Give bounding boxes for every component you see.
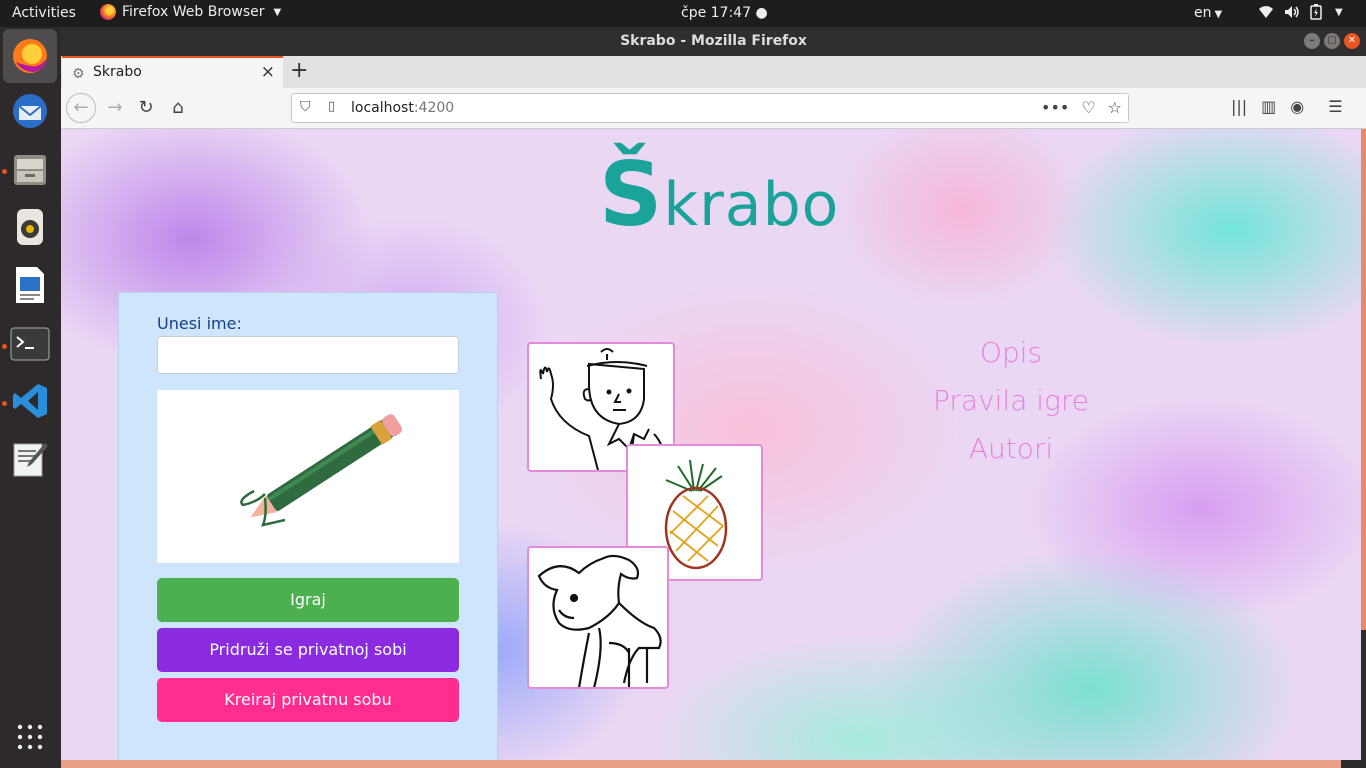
dock-rhythmbox[interactable] xyxy=(8,205,52,249)
volume-icon xyxy=(1285,6,1299,18)
maximize-button[interactable]: ▢ xyxy=(1324,33,1340,49)
wifi-icon xyxy=(1259,6,1273,18)
logo-rest: krabo xyxy=(663,170,840,240)
menu-item-pravila-igre[interactable]: Pravila igre xyxy=(931,377,1091,425)
logo-s: Š xyxy=(599,143,664,246)
avatar-drawing xyxy=(157,390,459,563)
pencil-icon xyxy=(240,414,403,527)
chevron-down-icon: ▼ xyxy=(273,6,282,18)
dock-text-editor[interactable] xyxy=(8,437,52,481)
drawing-deer-card xyxy=(527,546,669,689)
tab-skrabo[interactable]: ⚙ Skrabo × xyxy=(62,56,283,88)
url-bar[interactable]: ⛉ ▯ localhost:4200 ••• ♡ ☆ xyxy=(291,93,1129,123)
show-applications-button[interactable] xyxy=(8,715,52,759)
window-titlebar[interactable]: Skrabo - Mozilla Firefox – ▢ ✕ xyxy=(61,27,1366,56)
create-private-room-button[interactable]: Kreiraj privatnu sobu xyxy=(157,678,459,722)
firefox-icon xyxy=(100,4,116,20)
dock-thunderbird[interactable] xyxy=(8,89,52,133)
bookmark-star-icon[interactable]: ☆ xyxy=(1108,98,1122,117)
terminal-icon xyxy=(10,327,50,361)
name-input[interactable] xyxy=(157,336,459,374)
dock xyxy=(0,27,61,768)
page-actions-icon[interactable]: ••• xyxy=(1041,98,1069,117)
horizontal-scrollbar[interactable] xyxy=(61,760,1341,768)
dock-writer[interactable] xyxy=(8,263,52,307)
tab-bar: ⚙ Skrabo × + xyxy=(61,56,1366,88)
running-indicator xyxy=(2,169,7,174)
battery-icon xyxy=(1310,4,1322,20)
url-port: :4200 xyxy=(413,100,455,116)
notification-dot-icon: ● xyxy=(755,5,768,21)
url-host: localhost xyxy=(351,100,414,116)
dock-terminal[interactable] xyxy=(8,322,52,366)
dock-files[interactable] xyxy=(8,147,52,191)
speaker-icon xyxy=(17,209,43,245)
language-label: en xyxy=(1194,5,1212,21)
loading-icon: ⚙ xyxy=(72,66,85,82)
thunderbird-icon xyxy=(13,94,47,128)
new-tab-button[interactable]: + xyxy=(290,58,308,83)
firefox-icon xyxy=(13,39,47,73)
clock-label: čpe 17:47 xyxy=(681,5,751,21)
minimize-button[interactable]: – xyxy=(1304,33,1320,49)
chevron-down-icon: ▼ xyxy=(1214,9,1223,20)
reload-button[interactable]: ↻ xyxy=(132,94,160,122)
play-button[interactable]: Igraj xyxy=(157,578,459,622)
deer-drawing xyxy=(537,554,662,687)
side-menu: Opis Pravila igre Autori xyxy=(931,329,1091,473)
text-editor-icon xyxy=(13,443,48,477)
document-icon xyxy=(16,267,44,303)
sidebar-icon[interactable]: ▥ xyxy=(1261,97,1276,116)
clock[interactable]: čpe 17:47 ● xyxy=(681,5,768,21)
app-menu-label: Firefox Web Browser xyxy=(122,4,265,20)
join-private-room-button[interactable]: Pridruži se privatnoj sobi xyxy=(157,628,459,672)
system-tray[interactable]: ▼ xyxy=(1258,4,1343,20)
pocket-icon[interactable]: ♡ xyxy=(1081,98,1095,117)
url-text[interactable]: localhost:4200 xyxy=(351,100,454,116)
shield-icon[interactable]: ⛉ xyxy=(300,99,311,115)
system-top-bar: Activities Firefox Web Browser ▼ čpe 17:… xyxy=(0,0,1366,27)
files-icon xyxy=(14,155,46,185)
dock-vscode[interactable] xyxy=(8,379,52,423)
page-scrollbar[interactable] xyxy=(1361,129,1366,630)
back-button[interactable]: ← xyxy=(66,93,96,123)
account-icon[interactable]: ◉ xyxy=(1290,97,1304,116)
activities-button[interactable]: Activities xyxy=(12,5,76,21)
dock-firefox[interactable] xyxy=(3,29,57,83)
menu-icon[interactable]: ☰ xyxy=(1328,97,1342,116)
close-window-button[interactable]: ✕ xyxy=(1344,33,1360,49)
menu-item-autori[interactable]: Autori xyxy=(931,425,1091,473)
navigation-toolbar: ← → ↻ ⌂ ⛉ ▯ localhost:4200 ••• ♡ ☆ ||| ▥… xyxy=(61,88,1366,129)
close-tab-icon[interactable]: × xyxy=(261,62,275,82)
tab-title: Skrabo xyxy=(93,64,142,80)
app-menu[interactable]: Firefox Web Browser ▼ xyxy=(100,4,281,20)
library-icon[interactable]: ||| xyxy=(1231,97,1247,116)
running-indicator xyxy=(2,401,7,406)
name-label: Unesi ime: xyxy=(157,314,242,333)
page-info-icon[interactable]: ▯ xyxy=(328,99,335,114)
chevron-down-icon: ▼ xyxy=(1335,6,1343,18)
forward-button[interactable]: → xyxy=(101,94,129,122)
login-card: Unesi ime: Igraj Pridruži se privatnoj s… xyxy=(118,292,498,760)
home-button[interactable]: ⌂ xyxy=(164,94,192,122)
vscode-icon xyxy=(13,384,47,418)
window-title: Skrabo - Mozilla Firefox xyxy=(620,33,807,49)
app-grid-icon xyxy=(17,724,43,750)
app-logo: Škrabo xyxy=(599,143,839,246)
page-content: Škrabo Unesi ime: Igraj Pridruži se priv… xyxy=(61,129,1361,760)
menu-item-opis[interactable]: Opis xyxy=(931,329,1091,377)
running-indicator xyxy=(2,344,7,349)
language-indicator[interactable]: en ▼ xyxy=(1194,5,1222,21)
